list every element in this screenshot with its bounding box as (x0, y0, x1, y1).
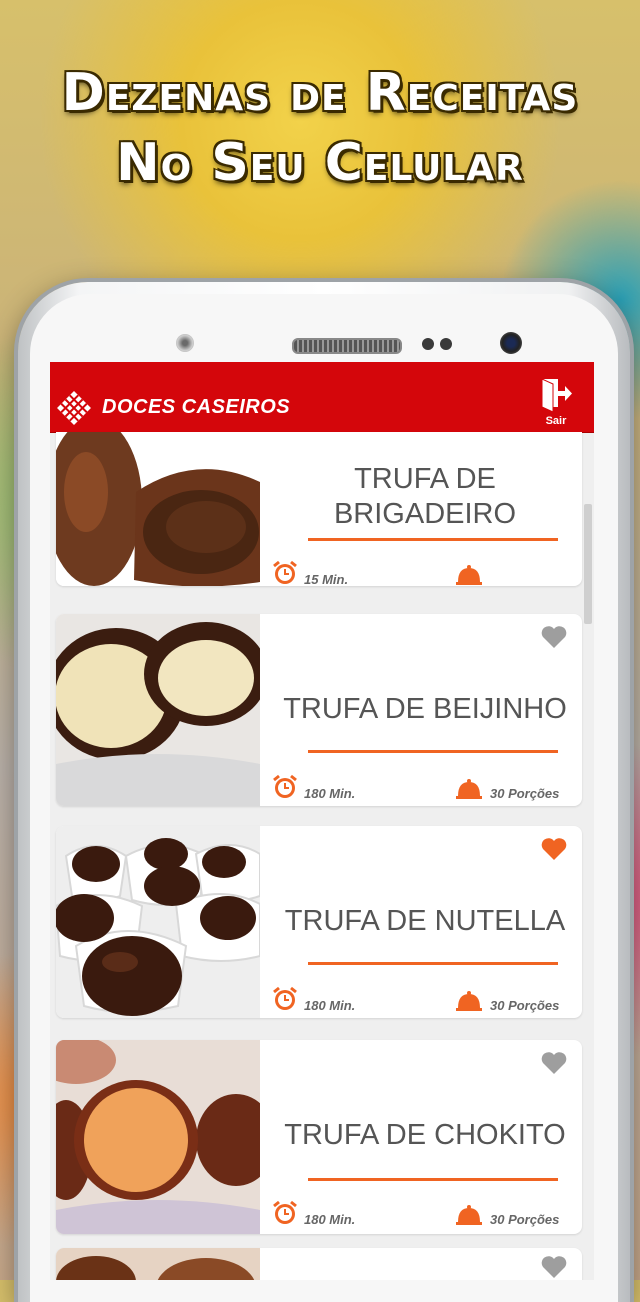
recipe-image (56, 1248, 260, 1280)
recipe-image (56, 1040, 260, 1234)
favorite-heart-icon[interactable] (540, 1254, 568, 1280)
recipe-title: TRUFA DE BEIJINHO (283, 693, 567, 725)
alarm-clock-icon (273, 774, 297, 798)
portions: 30 Porções (490, 786, 560, 801)
serving-dish-icon (456, 991, 482, 1011)
favorite-heart-icon[interactable] (540, 1050, 568, 1076)
serving-dish-icon (456, 565, 482, 585)
portions: 30 Porções (490, 1212, 560, 1227)
alarm-clock-icon (273, 1200, 297, 1224)
proximity-sensor (176, 334, 194, 352)
exit-label: Sair (545, 415, 567, 427)
recipe-image (56, 614, 260, 806)
favorite-heart-icon[interactable] (540, 836, 568, 862)
recipe-image (56, 432, 260, 586)
serving-dish-icon (456, 1205, 482, 1225)
title-divider (308, 1178, 558, 1181)
list-scrollbar[interactable] (584, 504, 592, 624)
exit-icon (541, 378, 572, 413)
recipe-title: TRUFA DE BRIGADEIRO (333, 463, 517, 530)
promo-line-1: Dezenas de Receitas (61, 63, 579, 123)
recipe-card-partial[interactable] (56, 1248, 582, 1280)
front-camera (500, 332, 522, 354)
recipe-image (56, 826, 260, 1018)
alarm-clock-icon (273, 986, 297, 1010)
promo-line-2: No Seu Celular (116, 133, 524, 193)
recipe-card-trufa-de-chokito[interactable]: TRUFA DE CHOKITO 180 Min. 30 Porções (56, 1040, 582, 1234)
recipe-list[interactable]: TRUFA DE BRIGADEIRO 15 Min. TRUFA DE BEI… (50, 432, 594, 1280)
exit-button[interactable]: Sair (536, 376, 576, 427)
prep-time: 180 Min. (304, 1212, 356, 1227)
promo-headline: Dezenas de Receitas No Seu Celular (0, 58, 640, 198)
chocolate-logo-icon (57, 391, 91, 425)
sensor-dot (422, 338, 434, 350)
recipe-card-trufa-de-nutella[interactable]: TRUFA DE NUTELLA 180 Min. 30 Porções (56, 826, 582, 1018)
serving-dish-icon (456, 779, 482, 799)
app-bar: DOCES CASEIROS Sair (50, 362, 594, 433)
earpiece-speaker (292, 338, 402, 354)
title-divider (308, 538, 558, 541)
portions: 30 Porções (490, 998, 560, 1013)
app-title: DOCES CASEIROS (102, 396, 291, 418)
prep-time: 180 Min. (304, 786, 356, 801)
alarm-clock-icon (273, 560, 297, 584)
title-divider (308, 962, 558, 965)
favorite-heart-icon[interactable] (540, 624, 568, 650)
recipe-card-trufa-de-beijinho[interactable]: TRUFA DE BEIJINHO 180 Min. 30 Porções (56, 614, 582, 806)
app-screen: DOCES CASEIROS Sair TRUFA DE BRIGADEIRO … (50, 362, 594, 1280)
prep-time: 180 Min. (304, 998, 356, 1013)
recipe-card-trufa-de-brigadeiro[interactable]: TRUFA DE BRIGADEIRO 15 Min. (56, 432, 582, 586)
recipe-title: TRUFA DE NUTELLA (284, 905, 566, 937)
title-divider (308, 750, 558, 753)
recipe-title: TRUFA DE CHOKITO (284, 1119, 566, 1151)
prep-time: 15 Min. (304, 572, 349, 586)
sensor-dot (440, 338, 452, 350)
